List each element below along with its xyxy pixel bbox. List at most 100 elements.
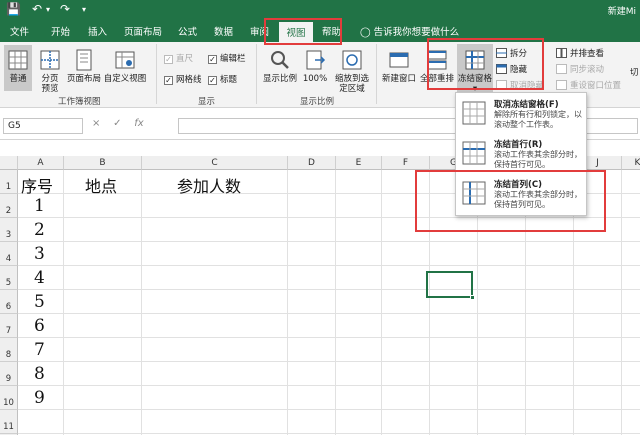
- lightbulb-icon: ◯: [360, 27, 371, 38]
- gridlines-checkbox[interactable]: ✓ 网格线: [164, 73, 202, 85]
- zoom-label: 显示比例: [262, 74, 297, 84]
- cell-A2[interactable]: 1: [34, 196, 45, 216]
- menu-item-title: 冻结首行(R): [494, 140, 543, 150]
- column-header-E[interactable]: E: [336, 156, 382, 170]
- show-group-label: 显示: [198, 97, 216, 107]
- cell-B1[interactable]: 地点: [85, 173, 117, 197]
- column-header-F[interactable]: F: [382, 156, 430, 170]
- column-header-B[interactable]: B: [64, 156, 142, 170]
- title-bar: 💾 ↶ ▾ ↷ ▾ 新建Mi: [0, 0, 640, 20]
- row-header-10[interactable]: 10: [0, 386, 18, 410]
- sync-scroll-button[interactable]: 同步滚动: [556, 63, 604, 75]
- side-by-side-icon: [556, 48, 567, 58]
- page-layout-button[interactable]: 页面布局: [66, 48, 102, 84]
- grid-vline: [381, 170, 382, 435]
- headings-label: 标题: [220, 75, 238, 85]
- undo-icon[interactable]: ↶: [32, 2, 42, 16]
- row-header-11[interactable]: 11: [0, 410, 18, 434]
- save-icon[interactable]: 💾: [6, 2, 21, 16]
- page-layout-icon: [76, 49, 92, 71]
- ribbon-separator: [376, 44, 377, 104]
- cell-A9[interactable]: 8: [34, 364, 45, 384]
- menu-item-title: 取消冻结窗格(F): [494, 100, 559, 110]
- customize-quick-access-icon[interactable]: ▾: [82, 5, 86, 14]
- grid-hline: [18, 385, 640, 386]
- tell-me-text: 告诉我你想要做什么: [373, 27, 460, 38]
- ribbon-separator: [256, 44, 257, 104]
- grid-hline: [18, 241, 640, 242]
- checkbox-checked-icon: ✓: [208, 55, 217, 64]
- sync-scroll-icon: [556, 64, 567, 74]
- row-header-5[interactable]: 5: [0, 266, 18, 290]
- ruler-checkbox[interactable]: ✓ 直尺: [164, 52, 193, 64]
- column-header-C[interactable]: C: [142, 156, 288, 170]
- grid-hline: [18, 361, 640, 362]
- zoom-to-selection-button[interactable]: 缩放到选定区域: [332, 48, 372, 94]
- column-header-D[interactable]: D: [288, 156, 336, 170]
- checkbox-checked-icon: ✓: [208, 76, 217, 85]
- tab-file[interactable]: 文件: [10, 24, 29, 38]
- side-by-side-label: 并排查看: [570, 49, 605, 59]
- tab-home[interactable]: 开始: [51, 24, 70, 38]
- reset-window-position-button[interactable]: 重设窗口位置: [556, 79, 621, 91]
- cell-A7[interactable]: 6: [34, 316, 45, 336]
- column-header-A[interactable]: A: [18, 156, 64, 170]
- new-window-icon: [389, 52, 409, 68]
- column-header-K[interactable]: K: [622, 156, 640, 170]
- row-header-2[interactable]: 2: [0, 194, 18, 218]
- row-header-8[interactable]: 8: [0, 338, 18, 362]
- formula-bar-checkbox[interactable]: ✓ 编辑栏: [208, 52, 246, 64]
- view-side-by-side-button[interactable]: 并排查看: [556, 47, 604, 59]
- tell-me-search[interactable]: ◯ 告诉我你想要做什么: [360, 24, 459, 38]
- cell-A3[interactable]: 2: [34, 220, 45, 240]
- row-header-6[interactable]: 6: [0, 290, 18, 314]
- cell-A10[interactable]: 9: [34, 388, 45, 408]
- cell-A6[interactable]: 5: [34, 292, 45, 312]
- cancel-icon[interactable]: ×: [92, 118, 100, 129]
- sync-scroll-label: 同步滚动: [570, 65, 605, 75]
- row-header-7[interactable]: 7: [0, 314, 18, 338]
- new-window-button[interactable]: 新建窗口: [380, 48, 418, 84]
- zoom-selection-icon: [342, 50, 362, 70]
- zoom-button[interactable]: 显示比例: [262, 48, 298, 84]
- page-break-icon: [40, 50, 60, 70]
- grid-vline: [335, 170, 336, 435]
- cell-A1[interactable]: 序号: [21, 173, 53, 197]
- select-all-corner[interactable]: [0, 156, 18, 170]
- ribbon-separator: [156, 44, 157, 104]
- page-break-preview-button[interactable]: 分页预览: [35, 48, 65, 94]
- fill-handle[interactable]: [470, 295, 475, 300]
- enter-icon[interactable]: ✓: [113, 118, 121, 129]
- menu-item-freeze-top-row[interactable]: 冻结首行(R) 滚动工作表其余部分时，保持首行可见。: [456, 135, 586, 175]
- cell-A8[interactable]: 7: [34, 340, 45, 360]
- redo-icon[interactable]: ↷: [60, 2, 70, 16]
- headings-checkbox[interactable]: ✓ 标题: [208, 73, 237, 85]
- row-header-4[interactable]: 4: [0, 242, 18, 266]
- formula-buttons: × ✓ fx: [92, 118, 144, 129]
- tab-formulas[interactable]: 公式: [178, 24, 197, 38]
- cell-A5[interactable]: 4: [34, 268, 45, 288]
- tab-page-layout[interactable]: 页面布局: [124, 24, 162, 38]
- tab-insert[interactable]: 插入: [88, 24, 107, 38]
- row-header-3[interactable]: 3: [0, 218, 18, 242]
- cell-C1[interactable]: 参加人数: [177, 173, 241, 197]
- normal-view-icon: [8, 50, 28, 70]
- grid-hline: [18, 313, 640, 314]
- undo-dropdown-icon[interactable]: ▾: [46, 5, 50, 14]
- row-header-9[interactable]: 9: [0, 362, 18, 386]
- tab-data[interactable]: 数据: [214, 24, 233, 38]
- selected-cell-G5[interactable]: [426, 271, 475, 300]
- name-box[interactable]: G5: [3, 118, 83, 134]
- insert-function-icon[interactable]: fx: [134, 118, 143, 129]
- freeze-top-row-icon: [462, 141, 486, 165]
- custom-views-button[interactable]: 自定义视图: [103, 48, 147, 84]
- row-header-1[interactable]: 1: [0, 170, 18, 194]
- switch-windows-button[interactable]: 切: [630, 66, 639, 78]
- grid-hline: [18, 265, 640, 266]
- cell-A4[interactable]: 3: [34, 244, 45, 264]
- menu-item-unfreeze-panes[interactable]: 取消冻结窗格(F) 解除所有行和列锁定，以滚动整个工作表。: [456, 95, 586, 135]
- formula-bar-label: 编辑栏: [220, 54, 246, 64]
- zoom-100-button[interactable]: 100%: [300, 48, 330, 84]
- normal-view-button[interactable]: 普通: [4, 45, 32, 91]
- custom-views-label: 自定义视图: [103, 74, 147, 84]
